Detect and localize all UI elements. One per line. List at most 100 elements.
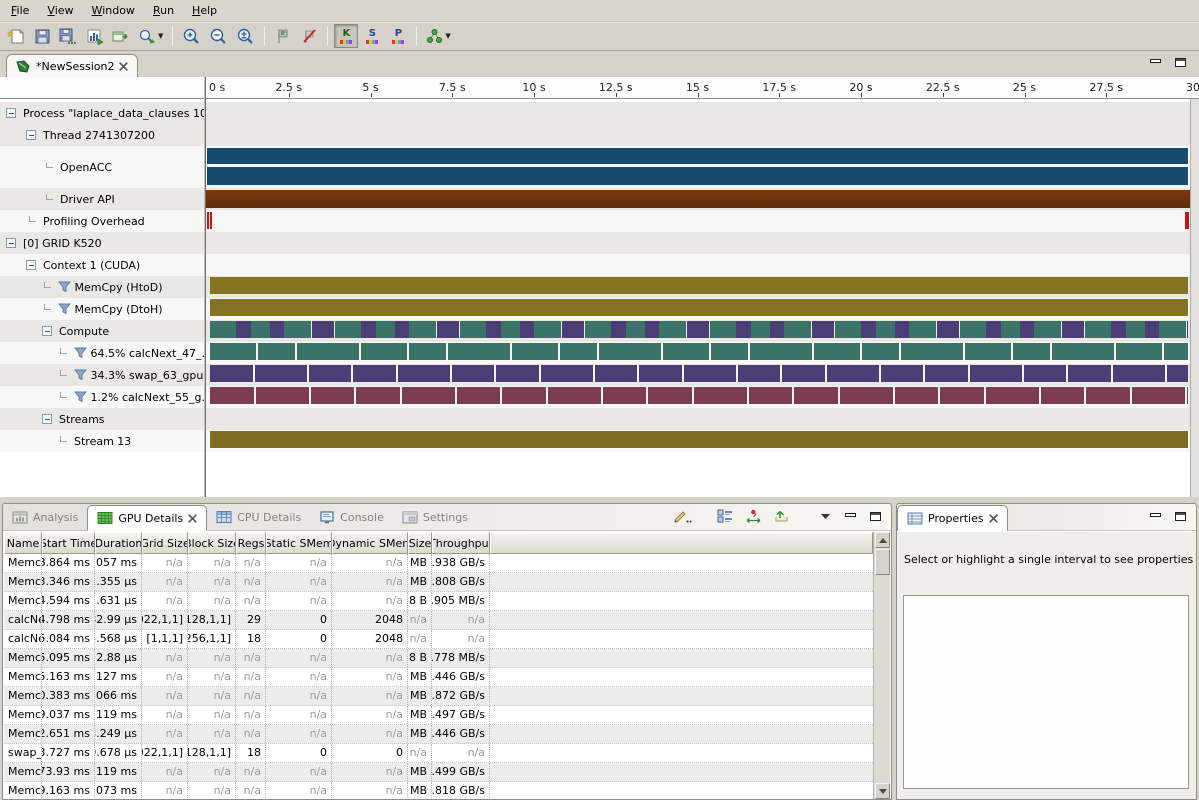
column-header-duration[interactable]: Duration xyxy=(95,532,142,554)
tree-item-stream-13[interactable]: Stream 13 xyxy=(0,430,204,452)
funnel-icon[interactable] xyxy=(74,391,87,403)
funnel-icon[interactable] xyxy=(58,303,71,315)
table-row[interactable]: Memcpy153.346 ms62.355 µsn/an/an/an/an/a… xyxy=(4,573,873,592)
save-all-button[interactable] xyxy=(56,24,81,48)
table-row[interactable]: Memcpy154.594 ms1.631 µsn/an/an/an/an/a8… xyxy=(4,592,873,611)
dependency-analysis-button[interactable]: ▼ xyxy=(423,24,453,48)
scroll-up-button[interactable] xyxy=(875,532,890,548)
edit-filters-button[interactable] xyxy=(670,506,695,526)
maximize-view-icon[interactable] xyxy=(1174,57,1187,68)
collapse-toggle-icon[interactable] xyxy=(6,238,16,248)
tree-item-process-laplace-data-clauses-10[interactable]: Process "laplace_data_clauses 10... xyxy=(0,102,204,124)
timeline-track[interactable] xyxy=(206,386,1190,408)
collapse-toggle-icon[interactable] xyxy=(26,130,36,140)
column-header-start-time[interactable]: Start Time xyxy=(42,532,95,554)
column-header-dynamic-smem[interactable]: Dynamic SMem xyxy=(332,532,408,554)
collapse-toggle-icon[interactable] xyxy=(42,414,52,424)
timeline-track[interactable] xyxy=(206,146,1190,188)
minimize-panel-icon[interactable] xyxy=(1145,506,1165,526)
column-header-regs[interactable]: Regs xyxy=(236,532,266,554)
table-row[interactable]: calcNext154.798 ms282.99 µs[1022,1,1][12… xyxy=(4,611,873,630)
close-icon[interactable] xyxy=(119,62,128,71)
timeline-bar[interactable] xyxy=(210,343,1188,360)
table-row[interactable]: Memcpy160.383 ms1.066 msn/an/an/an/an/a9… xyxy=(4,687,873,706)
close-icon[interactable] xyxy=(188,514,197,523)
tree-item-64-5-calcnext-47[interactable]: 64.5% calcNext_47_... xyxy=(0,342,204,364)
timeline-track[interactable] xyxy=(206,430,1190,452)
timeline-bar[interactable] xyxy=(210,299,1188,316)
minimize-view-icon[interactable] xyxy=(1149,57,1162,68)
timeline-track[interactable] xyxy=(206,124,1190,146)
menu-help[interactable]: Help xyxy=(183,1,226,20)
export-session-button[interactable] xyxy=(109,24,133,48)
tree-item-openacc[interactable]: OpenACC xyxy=(0,146,204,188)
tree-item-compute[interactable]: Compute xyxy=(0,320,204,342)
menu-window[interactable]: Window xyxy=(83,1,144,20)
table-scrollbar[interactable] xyxy=(873,532,890,799)
tree-timeline-sash[interactable] xyxy=(204,77,206,497)
tree-item-streams[interactable]: Streams xyxy=(0,408,204,430)
timeline-scroll-strip[interactable] xyxy=(1190,99,1199,497)
tab-console[interactable]: Console xyxy=(310,504,393,530)
collapse-toggle-icon[interactable] xyxy=(26,260,36,270)
menu-view[interactable]: View xyxy=(38,1,82,20)
column-header-static-smem[interactable]: Static SMem xyxy=(266,532,332,554)
timeline-track[interactable] xyxy=(206,364,1190,386)
zoom-out-button[interactable] xyxy=(206,24,231,48)
resize-columns-button[interactable] xyxy=(742,506,765,526)
funnel-icon[interactable] xyxy=(74,347,87,359)
funnel-icon[interactable] xyxy=(58,281,71,293)
tab-analysis[interactable]: Analysis xyxy=(3,504,87,530)
timeline-bar[interactable] xyxy=(210,212,212,229)
tree-item-driver-api[interactable]: Driver API xyxy=(0,188,204,210)
column-header-grid-size[interactable]: Grid Size xyxy=(142,532,188,554)
table-row[interactable]: Memcpy179.163 ms1.073 msn/an/an/an/an/a9… xyxy=(4,782,873,799)
close-icon[interactable] xyxy=(989,514,998,523)
timeline-bar[interactable] xyxy=(207,212,209,229)
table-row[interactable]: Memcpy148.864 ms1.057 msn/an/an/an/an/a9… xyxy=(4,554,873,573)
timeline-bar[interactable] xyxy=(207,167,1188,185)
zoom-in-button[interactable] xyxy=(179,24,204,48)
table-row[interactable]: Memcpy172.651 ms93.249 µsn/an/an/an/an/a… xyxy=(4,725,873,744)
timeline-bar[interactable] xyxy=(210,387,1188,404)
dropdown-caret-icon[interactable]: ▼ xyxy=(445,32,450,40)
table-row[interactable]: Memcpy173.93 ms1.119 msn/an/an/an/an/a9 … xyxy=(4,763,873,782)
session-tab[interactable]: *NewSession2 xyxy=(6,54,138,78)
collapse-toggle-icon[interactable] xyxy=(6,108,16,118)
tree-item-1-2-calcnext-55-g[interactable]: 1.2% calcNext_55_g... xyxy=(0,386,204,408)
timeline-track[interactable] xyxy=(206,408,1190,430)
new-session-button[interactable] xyxy=(4,24,28,48)
tab-gpu-details[interactable]: GPU Details xyxy=(87,505,207,531)
clear-markers-button[interactable] xyxy=(297,24,321,48)
stream-coloring-button[interactable]: S xyxy=(360,24,384,48)
timeline-track[interactable] xyxy=(206,276,1190,298)
timeline-bar[interactable] xyxy=(210,365,1188,382)
timeline-track[interactable] xyxy=(206,298,1190,320)
go-to-marker-button[interactable] xyxy=(271,24,295,48)
tree-item-memcpy-htod[interactable]: MemCpy (HtoD) xyxy=(0,276,204,298)
timeline-bar[interactable] xyxy=(210,277,1188,294)
menu-file[interactable]: File xyxy=(2,1,38,20)
timeline-bar[interactable] xyxy=(206,190,1190,208)
timeline-track[interactable] xyxy=(206,210,1190,232)
tree-item-profiling-overhead[interactable]: Profiling Overhead xyxy=(0,210,204,232)
dropdown-caret-icon[interactable]: ▼ xyxy=(158,32,163,40)
table-row[interactable]: Memcpy155.163 ms1.127 msn/an/an/an/an/a9… xyxy=(4,668,873,687)
tree-item-34-3-swap-63-gpu[interactable]: 34.3% swap_63_gpu xyxy=(0,364,204,386)
tab-cpu-details[interactable]: CPU Details xyxy=(207,504,310,530)
maximize-panel-button[interactable] xyxy=(865,506,885,526)
tree-item-context-1-cuda[interactable]: Context 1 (CUDA) xyxy=(0,254,204,276)
maximize-panel-icon[interactable] xyxy=(1170,506,1190,526)
export-table-button[interactable] xyxy=(770,506,793,526)
tree-item-0-grid-k520[interactable]: [0] GRID K520 xyxy=(0,232,204,254)
timeline-track[interactable] xyxy=(206,254,1190,276)
timeline-bar[interactable] xyxy=(210,321,1188,338)
tab-settings[interactable]: Settings xyxy=(393,504,477,530)
save-button[interactable] xyxy=(30,24,54,48)
kernel-coloring-button[interactable]: K xyxy=(334,24,358,48)
timeline-track[interactable] xyxy=(206,102,1190,124)
table-row[interactable]: swap_6173.727 ms50.678 µs[1022,1,1][128,… xyxy=(4,744,873,763)
timeline-track[interactable] xyxy=(206,232,1190,254)
table-row[interactable]: Memcpy155.095 ms2.88 µsn/an/an/an/an/a8 … xyxy=(4,649,873,668)
column-header-throughput[interactable]: Throughput xyxy=(432,532,490,554)
